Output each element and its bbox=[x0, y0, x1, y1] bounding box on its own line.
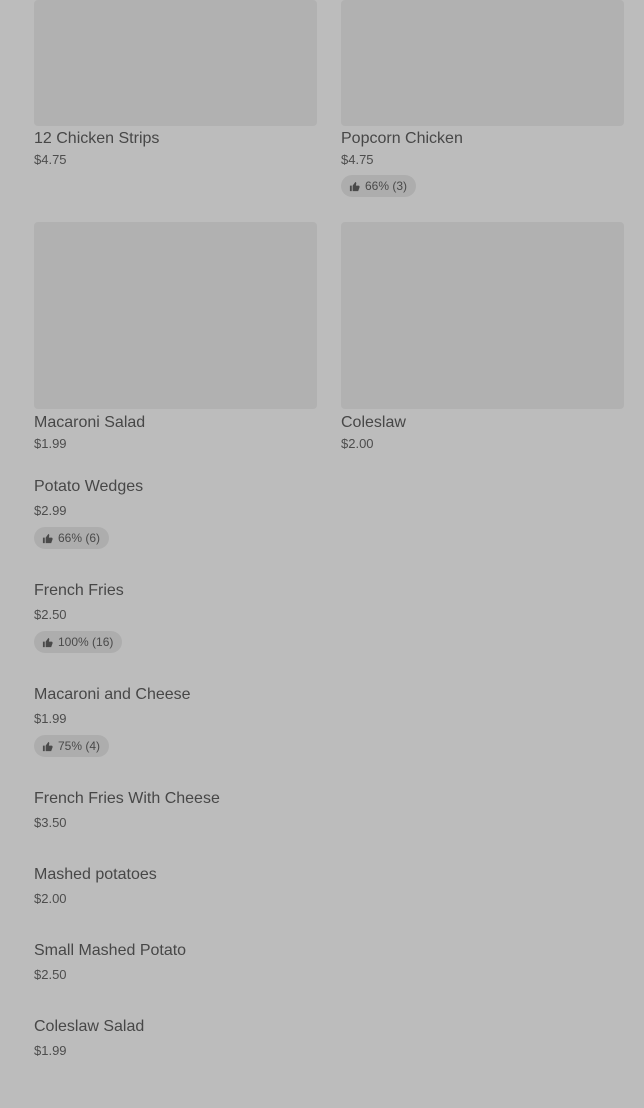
item-name: Macaroni Salad bbox=[34, 414, 146, 431]
item-price: $2.00 bbox=[34, 891, 67, 906]
item-name: Potato Wedges bbox=[34, 478, 144, 495]
item-price: $1.99 bbox=[34, 711, 67, 726]
menu-list-item[interactable]: Small Mashed Potato $2.50 bbox=[34, 941, 624, 991]
menu-list-item[interactable]: Potato Wedges $2.99 66% (6) bbox=[34, 477, 624, 549]
item-price: $4.75 bbox=[34, 152, 67, 167]
item-image[interactable] bbox=[34, 222, 317, 409]
rating-text: 75% (4) bbox=[58, 739, 101, 753]
menu-item-card[interactable]: Popcorn Chicken $4.75 66% (3) bbox=[341, 0, 624, 198]
thumbs-up-icon bbox=[42, 637, 53, 647]
menu-list-item[interactable]: Macaroni and Cheese $1.99 75% (4) bbox=[34, 685, 624, 757]
item-name: French Fries bbox=[34, 582, 124, 599]
menu-list-item[interactable]: Mashed potatoes $2.00 bbox=[34, 865, 624, 915]
item-price: $2.50 bbox=[34, 967, 67, 982]
item-image[interactable] bbox=[34, 0, 317, 126]
item-price: $3.50 bbox=[34, 815, 67, 830]
item-name: Macaroni and Cheese bbox=[34, 686, 191, 703]
item-name: 12 Chicken Strips bbox=[34, 130, 160, 147]
menu-page: 12 Chicken Strips $4.75 Popcorn Chicken … bbox=[0, 0, 644, 1108]
menu-item-card[interactable]: Macaroni Salad $1.99 bbox=[34, 222, 317, 454]
rating-text: 66% (6) bbox=[58, 531, 101, 545]
rating-badge: 75% (4) bbox=[34, 735, 110, 757]
rating-badge: 66% (6) bbox=[34, 527, 110, 549]
menu-item-card[interactable]: Coleslaw $2.00 bbox=[341, 222, 624, 454]
rating-badge: 66% (3) bbox=[341, 175, 417, 197]
item-name: Coleslaw bbox=[341, 414, 406, 431]
menu-list-item[interactable]: Coleslaw Salad $1.99 bbox=[34, 1017, 624, 1067]
item-price: $1.99 bbox=[34, 436, 67, 451]
item-price: $1.99 bbox=[34, 1043, 67, 1058]
item-price: $2.99 bbox=[34, 503, 67, 518]
rating-text: 66% (3) bbox=[365, 179, 408, 193]
item-name: Coleslaw Salad bbox=[34, 1018, 145, 1035]
item-image[interactable] bbox=[341, 222, 624, 409]
item-price: $2.50 bbox=[34, 607, 67, 622]
menu-item-card[interactable]: 12 Chicken Strips $4.75 bbox=[34, 0, 317, 170]
item-name: Small Mashed Potato bbox=[34, 942, 187, 959]
rating-badge: 100% (16) bbox=[34, 631, 123, 653]
menu-list-item[interactable]: French Fries With Cheese $3.50 bbox=[34, 789, 624, 839]
item-price: $2.00 bbox=[341, 436, 374, 451]
menu-list-item[interactable]: French Fries $2.50 100% (16) bbox=[34, 581, 624, 653]
item-name: French Fries With Cheese bbox=[34, 790, 220, 807]
item-price: $4.75 bbox=[341, 152, 374, 167]
rating-text: 100% (16) bbox=[58, 635, 114, 649]
item-name: Mashed potatoes bbox=[34, 866, 157, 883]
item-image[interactable] bbox=[341, 0, 624, 126]
thumbs-up-icon bbox=[42, 533, 53, 543]
thumbs-up-icon bbox=[42, 741, 53, 751]
item-name: Popcorn Chicken bbox=[341, 130, 463, 147]
thumbs-up-icon bbox=[349, 181, 360, 191]
